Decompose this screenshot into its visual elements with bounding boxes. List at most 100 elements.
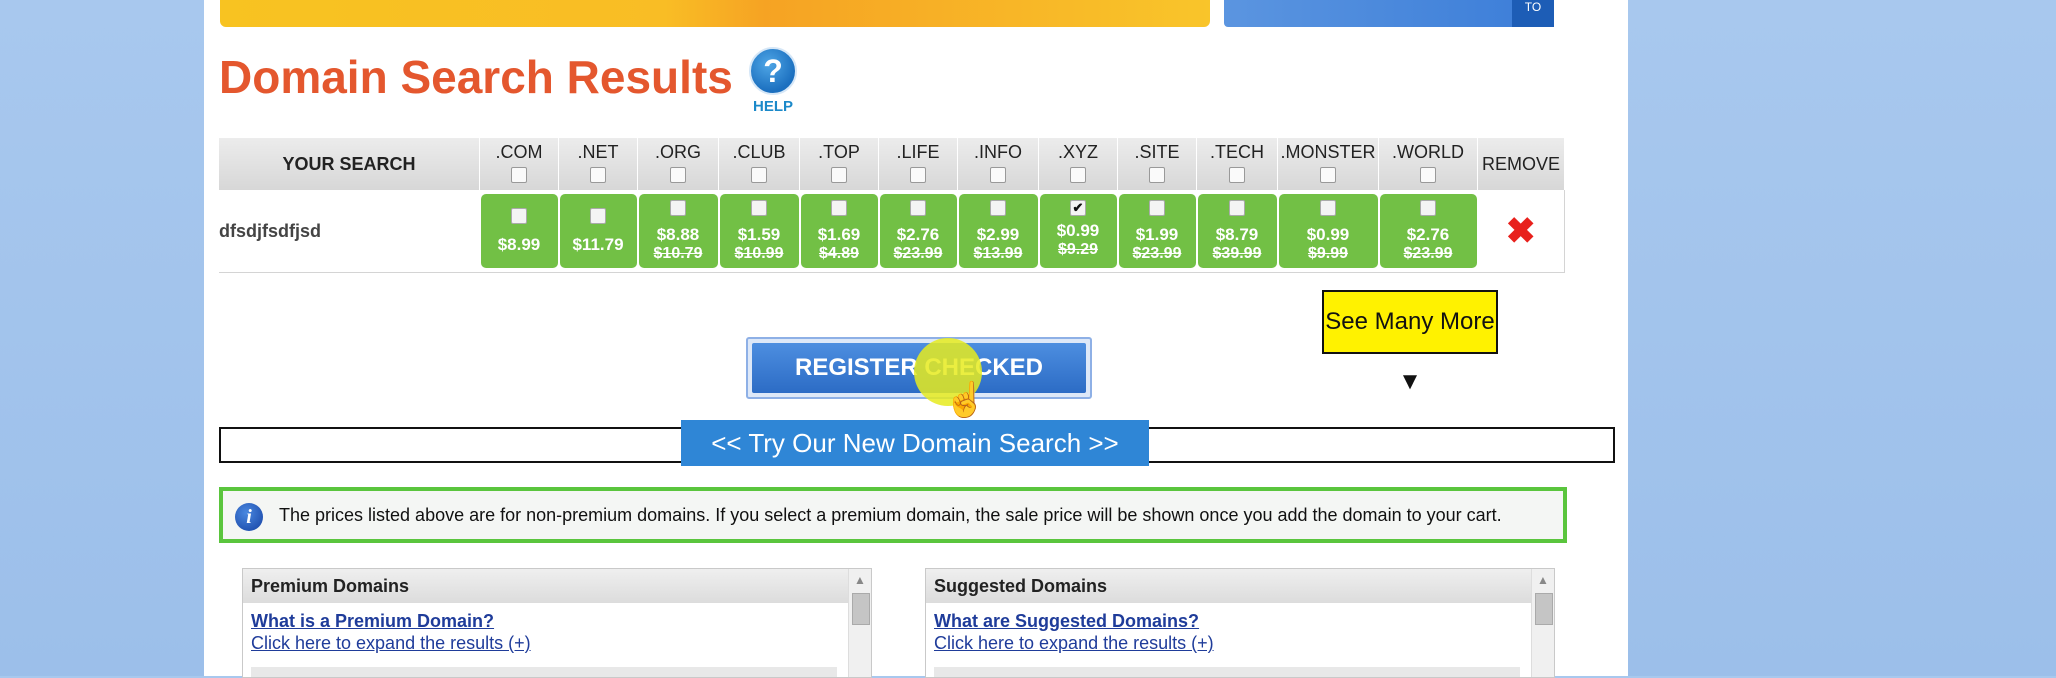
sale-price: $8.79 [1215, 225, 1259, 244]
domain-checkbox-net[interactable] [590, 208, 606, 224]
domain-checkbox-xyz[interactable]: ✔ [1070, 200, 1086, 216]
scroll-thumb[interactable] [1535, 593, 1553, 625]
domain-checkbox-info[interactable] [990, 200, 1006, 216]
select-all-com-checkbox[interactable] [511, 167, 527, 183]
results-table: YOUR SEARCH .COM .NET .ORG .CLUB .TOP .LIFE .I… [219, 138, 1565, 273]
ext-header-org: .ORG [637, 138, 719, 190]
price-cell-tech: $8.79 $39.99 [1196, 190, 1278, 273]
select-all-tech-checkbox[interactable] [1229, 167, 1245, 183]
premium-scrollbar[interactable]: ▲ [848, 569, 871, 677]
select-all-org-checkbox[interactable] [670, 167, 686, 183]
expand-premium-link[interactable]: Click here to expand the results (+) [251, 633, 531, 654]
top-promo-banner[interactable] [220, 0, 1210, 27]
remove-cell: ✖ [1477, 190, 1565, 273]
price-cell-club: $1.59 $10.99 [718, 190, 800, 273]
ext-header-com: .COM [479, 138, 559, 190]
panel-content-strip [251, 667, 837, 677]
price-cell-site: $1.99 $23.99 [1117, 190, 1197, 273]
ext-header-monster: .MONSTER [1277, 138, 1379, 190]
ext-label: .LIFE [896, 142, 940, 162]
hand-cursor-icon: ☝ [944, 381, 987, 419]
original-price: $23.99 [1403, 245, 1453, 262]
ext-header-top: .TOP [799, 138, 879, 190]
domain-checkbox-site[interactable] [1149, 200, 1165, 216]
top-blue-tab[interactable]: TO [1512, 0, 1554, 27]
original-price: $10.99 [734, 245, 784, 262]
scroll-thumb[interactable] [852, 593, 870, 625]
sale-price: $2.76 [1406, 225, 1450, 244]
select-all-info-checkbox[interactable] [990, 167, 1006, 183]
search-term: dfsdjfsdfjsd [219, 190, 480, 273]
ext-label: .SITE [1134, 142, 1180, 162]
select-all-club-checkbox[interactable] [751, 167, 767, 183]
price-cell-org: $8.88 $10.79 [637, 190, 719, 273]
domain-checkbox-monster[interactable] [1320, 200, 1336, 216]
ext-label: .WORLD [1392, 142, 1464, 162]
price-box[interactable]: $1.69 $4.89 [800, 194, 878, 268]
price-box[interactable]: $11.79 [559, 194, 637, 268]
remove-icon[interactable]: ✖ [1506, 210, 1536, 251]
scroll-up-icon[interactable]: ▲ [1532, 573, 1554, 587]
select-all-net-checkbox[interactable] [590, 167, 606, 183]
price-box[interactable]: $8.88 $10.79 [638, 194, 718, 268]
select-all-life-checkbox[interactable] [910, 167, 926, 183]
select-all-monster-checkbox[interactable] [1320, 167, 1336, 183]
help-icon[interactable]: ? [749, 47, 797, 95]
domain-checkbox-club[interactable] [751, 200, 767, 216]
sale-price: $0.99 [1056, 221, 1100, 240]
sale-price: $1.69 [817, 225, 861, 244]
price-box[interactable]: $1.99 $23.99 [1118, 194, 1196, 268]
scroll-up-icon[interactable]: ▲ [849, 573, 871, 587]
top-blue-banner[interactable]: TO [1224, 0, 1554, 27]
expand-suggested-link[interactable]: Click here to expand the results (+) [934, 633, 1214, 654]
price-cell-life: $2.76 $23.99 [878, 190, 958, 273]
select-all-site-checkbox[interactable] [1149, 167, 1165, 183]
price-box[interactable]: $8.79 $39.99 [1197, 194, 1277, 268]
sale-price: $2.99 [976, 225, 1020, 244]
original-price: $10.79 [653, 245, 703, 262]
domain-checkbox-world[interactable] [1420, 200, 1436, 216]
suggested-scrollbar[interactable]: ▲ [1531, 569, 1554, 677]
domain-checkbox-life[interactable] [910, 200, 926, 216]
ext-label: .MONSTER [1280, 142, 1376, 162]
help-label[interactable]: HELP [751, 98, 795, 115]
domain-checkbox-org[interactable] [670, 200, 686, 216]
premium-domains-panel: Premium Domains What is a Premium Domain… [242, 568, 872, 678]
price-box[interactable]: $0.99 $9.99 [1278, 194, 1378, 268]
price-box[interactable]: $2.76 $23.99 [879, 194, 957, 268]
ext-header-net: .NET [558, 138, 638, 190]
price-box[interactable]: $1.59 $10.99 [719, 194, 799, 268]
price-cell-monster: $0.99 $9.99 [1277, 190, 1379, 273]
sale-price: $8.88 [656, 225, 700, 244]
ext-label: .COM [495, 142, 543, 162]
try-new-domain-search-button[interactable]: << Try Our New Domain Search >> [681, 420, 1149, 466]
price-cell-net: $11.79 [558, 190, 638, 273]
ext-label: .TOP [818, 142, 860, 162]
info-icon: i [235, 503, 263, 531]
sale-price: $11.79 [572, 235, 624, 254]
sale-price: $1.99 [1135, 225, 1179, 244]
original-price: $4.89 [818, 245, 860, 262]
see-many-more-button[interactable]: See Many More ▼ [1322, 290, 1498, 395]
domain-checkbox-top[interactable] [831, 200, 847, 216]
price-cell-info: $2.99 $13.99 [957, 190, 1039, 273]
select-all-top-checkbox[interactable] [831, 167, 847, 183]
select-all-world-checkbox[interactable] [1420, 167, 1436, 183]
what-is-premium-link[interactable]: What is a Premium Domain? [251, 611, 494, 632]
price-box[interactable]: $2.99 $13.99 [958, 194, 1038, 268]
sale-price: $8.99 [497, 235, 541, 254]
premium-domains-title: Premium Domains [243, 569, 871, 603]
price-box[interactable]: $8.99 [480, 194, 558, 268]
price-box[interactable]: ✔ $0.99 $9.29 [1039, 194, 1117, 268]
ext-header-world: .WORLD [1378, 138, 1478, 190]
ext-header-tech: .TECH [1196, 138, 1278, 190]
sale-price: $0.99 [1306, 225, 1350, 244]
ext-header-info: .INFO [957, 138, 1039, 190]
domain-checkbox-com[interactable] [511, 208, 527, 224]
select-all-xyz-checkbox[interactable] [1070, 167, 1086, 183]
ext-label: .INFO [974, 142, 1022, 162]
original-price: $39.99 [1212, 245, 1262, 262]
price-box[interactable]: $2.76 $23.99 [1379, 194, 1477, 268]
what-are-suggested-link[interactable]: What are Suggested Domains? [934, 611, 1199, 632]
domain-checkbox-tech[interactable] [1229, 200, 1245, 216]
